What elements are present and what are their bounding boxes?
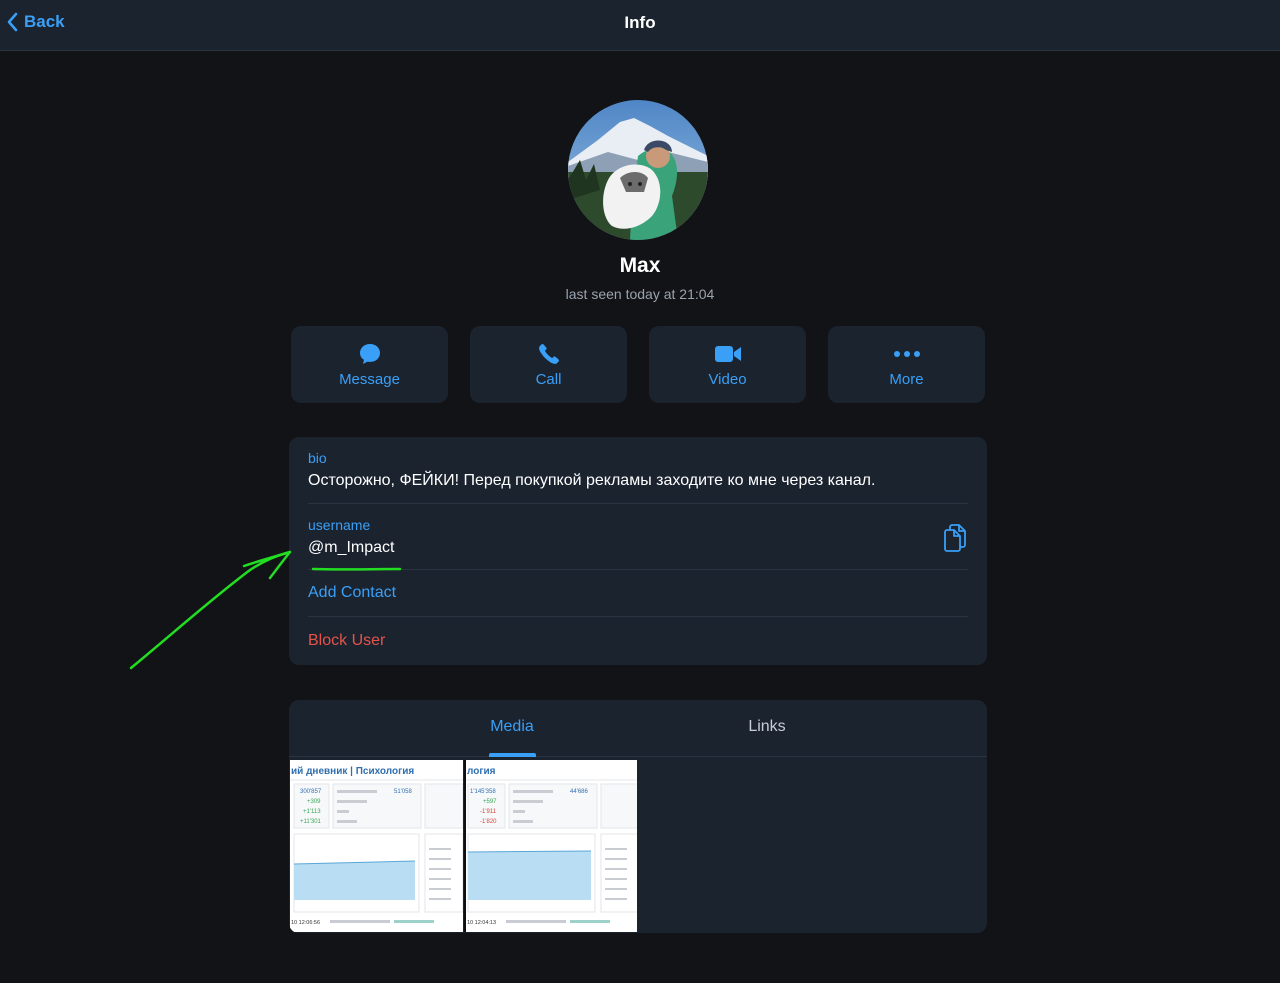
thumbnail-title: логия [467, 766, 496, 777]
thumbnail-stat: 1'145'358 [470, 789, 496, 795]
more-label: More [889, 370, 924, 388]
phone-icon [537, 342, 561, 366]
username-label: username [308, 517, 371, 533]
thumbnail-title: ий дневник | Психология [291, 766, 414, 777]
thumbnail-footer: 10 12:06:56 [291, 920, 320, 926]
message-button[interactable]: Message [291, 326, 448, 403]
thumbnail-stat: 300'857 [300, 789, 322, 795]
avatar[interactable] [568, 100, 708, 240]
username-value: @m_Impact [308, 539, 395, 556]
divider [308, 503, 968, 504]
video-label: Video [708, 370, 747, 388]
bio-label: bio [308, 450, 327, 466]
more-dots-icon [893, 342, 921, 366]
video-button[interactable]: Video [649, 326, 806, 403]
call-label: Call [535, 370, 562, 388]
more-button[interactable]: More [828, 326, 985, 403]
thumbnail-views: 44'686 [570, 789, 588, 795]
tab-media[interactable]: Media [452, 718, 572, 736]
divider [308, 569, 968, 570]
copy-icon[interactable] [942, 524, 968, 552]
block-user-button[interactable]: Block User [308, 632, 968, 650]
thumbnail-views: 51'058 [394, 789, 412, 795]
info-card: bio Осторожно, ФЕЙКИ! Перед покупкой рек… [289, 437, 987, 665]
media-thumbnail[interactable]: ий дневник | Психология 300'857 +309 +1'… [290, 760, 463, 932]
last-seen-status: last seen today at 21:04 [565, 286, 715, 302]
thumbnail-stat: -1'911 [480, 809, 497, 815]
thumbnail-stat: +11'301 [300, 819, 322, 825]
media-thumbnail[interactable]: логия 1'145'358 +597 -1'911 -1'820 44'68… [464, 760, 637, 932]
page-title: Info [624, 13, 656, 32]
shared-media-panel: Media Links ий дневник | Психология 300'… [289, 700, 987, 933]
thumbnail-stat: -1'820 [480, 819, 497, 825]
top-bar: Back Info [0, 0, 1280, 51]
thumbnail-stat: +309 [307, 799, 321, 805]
chat-bubble-icon [358, 342, 382, 366]
divider [308, 616, 968, 617]
username-row[interactable]: username @m_Impact [308, 517, 968, 557]
thumbnail-stat: +597 [483, 799, 497, 805]
message-label: Message [339, 370, 400, 388]
thumbnail-footer: 10 12:04:13 [467, 920, 496, 926]
add-contact-button[interactable]: Add Contact [308, 584, 968, 602]
tab-links[interactable]: Links [707, 718, 827, 736]
video-camera-icon [714, 342, 742, 366]
action-bar: Message Call Video More [291, 326, 987, 403]
active-tab-indicator [489, 753, 536, 757]
media-tabs: Media Links [289, 700, 987, 757]
bio-row[interactable]: bio Осторожно, ФЕЙКИ! Перед покупкой рек… [308, 450, 968, 490]
call-button[interactable]: Call [470, 326, 627, 403]
bio-value: Осторожно, ФЕЙКИ! Перед покупкой рекламы… [308, 472, 876, 489]
profile-name: Max [619, 254, 661, 277]
thumbnail-stat: +1'113 [303, 809, 321, 815]
